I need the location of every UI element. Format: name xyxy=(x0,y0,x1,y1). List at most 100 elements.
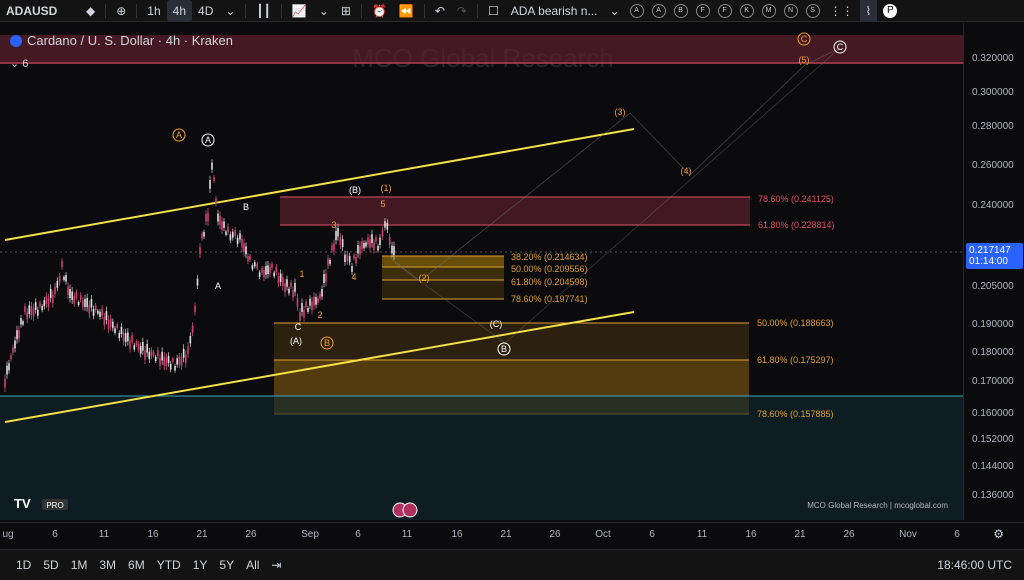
settings-icon[interactable]: ⚙ xyxy=(993,527,1004,541)
layout-checkbox[interactable]: ☐ xyxy=(482,0,505,22)
alert-icon[interactable]: ⏰ xyxy=(366,0,393,22)
chart-pane[interactable]: MCO Global Research xyxy=(0,23,963,520)
candle-body xyxy=(254,262,256,267)
candle-body xyxy=(303,309,305,318)
candle-body xyxy=(131,335,133,342)
wave-label: (5) xyxy=(799,55,810,65)
drawing-tool-icon[interactable]: B xyxy=(673,3,688,18)
countdown: 01:14:00 xyxy=(969,256,1008,267)
time-tick: 16 xyxy=(451,529,463,540)
candle-body xyxy=(277,276,280,284)
candle-body xyxy=(12,347,14,353)
redo-icon[interactable]: ↷ xyxy=(451,0,473,22)
candle-body xyxy=(261,268,263,273)
chart-canvas[interactable]: MCO Global Research xyxy=(0,23,963,520)
candle-body xyxy=(275,266,278,273)
chevron-down-icon[interactable]: ⌄ xyxy=(219,0,241,22)
range-button[interactable]: 5D xyxy=(37,558,64,572)
wave-label: (C) xyxy=(490,319,503,329)
range-button[interactable]: 1M xyxy=(65,558,94,572)
candle-body xyxy=(67,286,69,295)
wave-label: 2 xyxy=(317,310,322,320)
candle-body xyxy=(288,288,290,294)
drawing-tool-icon[interactable]: M xyxy=(761,3,776,18)
pro-badge-text: PRO xyxy=(46,501,63,510)
range-button[interactable]: 5Y xyxy=(213,558,240,572)
range-button[interactable]: 3M xyxy=(93,558,122,572)
bottom-toolbar: 1D 5D 1M 3M 6M YTD 1Y 5Y All ⇥ 18:46:00 UTC xyxy=(0,549,1024,580)
chevron-down-icon[interactable]: ⌄ xyxy=(313,0,335,22)
drawing-tool-icon[interactable]: F xyxy=(695,3,710,18)
range-button[interactable]: All xyxy=(240,558,265,572)
symbol-search[interactable]: ADAUSD xyxy=(0,0,80,22)
candle-body xyxy=(180,357,183,366)
templates-icon[interactable]: ⊞ xyxy=(335,0,357,22)
interval-4h[interactable]: 4h xyxy=(166,0,193,22)
add-icon[interactable]: ⊕ xyxy=(110,0,132,22)
candle-body xyxy=(103,317,106,326)
credit-text: MCO Global Research | mcoglobal.com xyxy=(807,501,948,510)
candle-body xyxy=(178,356,181,365)
chevron-down-icon[interactable]: ⌄ xyxy=(603,0,625,22)
candle-body xyxy=(299,312,301,321)
candles-icon[interactable]: ┃┃ xyxy=(250,0,276,22)
drawing-tool-icon[interactable]: A xyxy=(629,3,644,18)
clock[interactable]: 18:46:00 UTC xyxy=(931,558,1018,572)
undo-icon[interactable]: ↶ xyxy=(429,0,451,22)
drawing-tool-icon[interactable]: N xyxy=(783,3,798,18)
range-button[interactable]: 1D xyxy=(10,558,37,572)
candle-body xyxy=(269,266,271,274)
range-button[interactable]: YTD xyxy=(151,558,187,572)
indicator-toggle[interactable]: ⌄ 6 xyxy=(10,57,28,70)
time-tick: Oct xyxy=(595,529,611,540)
candle-body xyxy=(294,282,296,292)
date-range-icon[interactable]: ⇥ xyxy=(265,558,287,572)
wave-label: 1 xyxy=(299,269,304,279)
drawing-tool-icon[interactable]: A xyxy=(651,3,666,18)
wave-label: 3 xyxy=(331,220,336,230)
candle-body xyxy=(296,297,299,307)
interval-1h[interactable]: 1h xyxy=(141,0,166,22)
time-tick: 26 xyxy=(245,529,257,540)
fib-label: 50.00% (0.209556) xyxy=(511,264,588,274)
candle-body xyxy=(217,213,219,222)
drawing-tool-icon[interactable]: F xyxy=(717,3,732,18)
candle-body xyxy=(169,363,172,370)
cardano-logo-icon xyxy=(10,34,22,47)
candle-body xyxy=(375,237,377,242)
wave-label: (2) xyxy=(419,273,430,283)
candle-body xyxy=(182,348,185,358)
wave-label: (1) xyxy=(381,183,392,193)
candle-body xyxy=(58,276,61,283)
candle-body xyxy=(329,259,331,264)
flag-icon[interactable] xyxy=(402,502,418,518)
candle-body xyxy=(32,307,35,317)
wave-tool-icon[interactable]: ⌇ xyxy=(859,0,878,22)
time-axis[interactable]: ⚙ ug 6 11 16 21 26 Sep 6 11 16 21 26 Oct 6 11 16 21 26 Nov… xyxy=(0,522,1024,548)
chevron-down-icon[interactable]: ⌄ xyxy=(10,58,19,70)
candle-body xyxy=(309,298,311,306)
candle-body xyxy=(18,329,20,339)
interval-4d[interactable]: 4D xyxy=(192,0,219,22)
candle-body xyxy=(209,180,211,189)
candle-body xyxy=(388,237,391,245)
wave-label: (3) xyxy=(615,107,626,117)
price-axis[interactable]: 0.320000 0.300000 0.280000 0.260000 0.240000… xyxy=(963,23,1024,520)
fib-label: 78.60% (0.241125) xyxy=(758,194,834,204)
price-tick: 0.300000 xyxy=(972,87,1014,98)
candle-body xyxy=(346,254,349,262)
drawing-tool-icon[interactable]: S xyxy=(805,3,820,18)
time-tick: 21 xyxy=(794,529,806,540)
candle-body xyxy=(355,256,357,264)
range-button[interactable]: 6M xyxy=(122,558,151,572)
candle-body xyxy=(315,297,317,305)
indicators-icon[interactable]: 📈 xyxy=(286,0,313,22)
wave-label: B xyxy=(501,344,507,354)
symbol-options-icon[interactable]: ◆ xyxy=(80,0,101,22)
publish-icon[interactable]: P xyxy=(877,0,903,22)
drawing-tool-icon[interactable]: K xyxy=(739,3,754,18)
replay-icon[interactable]: ⏪ xyxy=(393,0,420,22)
layout-name[interactable]: ADA bearish n... xyxy=(505,0,604,22)
more-icon[interactable]: ⋮⋮ xyxy=(824,0,860,22)
range-button[interactable]: 1Y xyxy=(187,558,214,572)
